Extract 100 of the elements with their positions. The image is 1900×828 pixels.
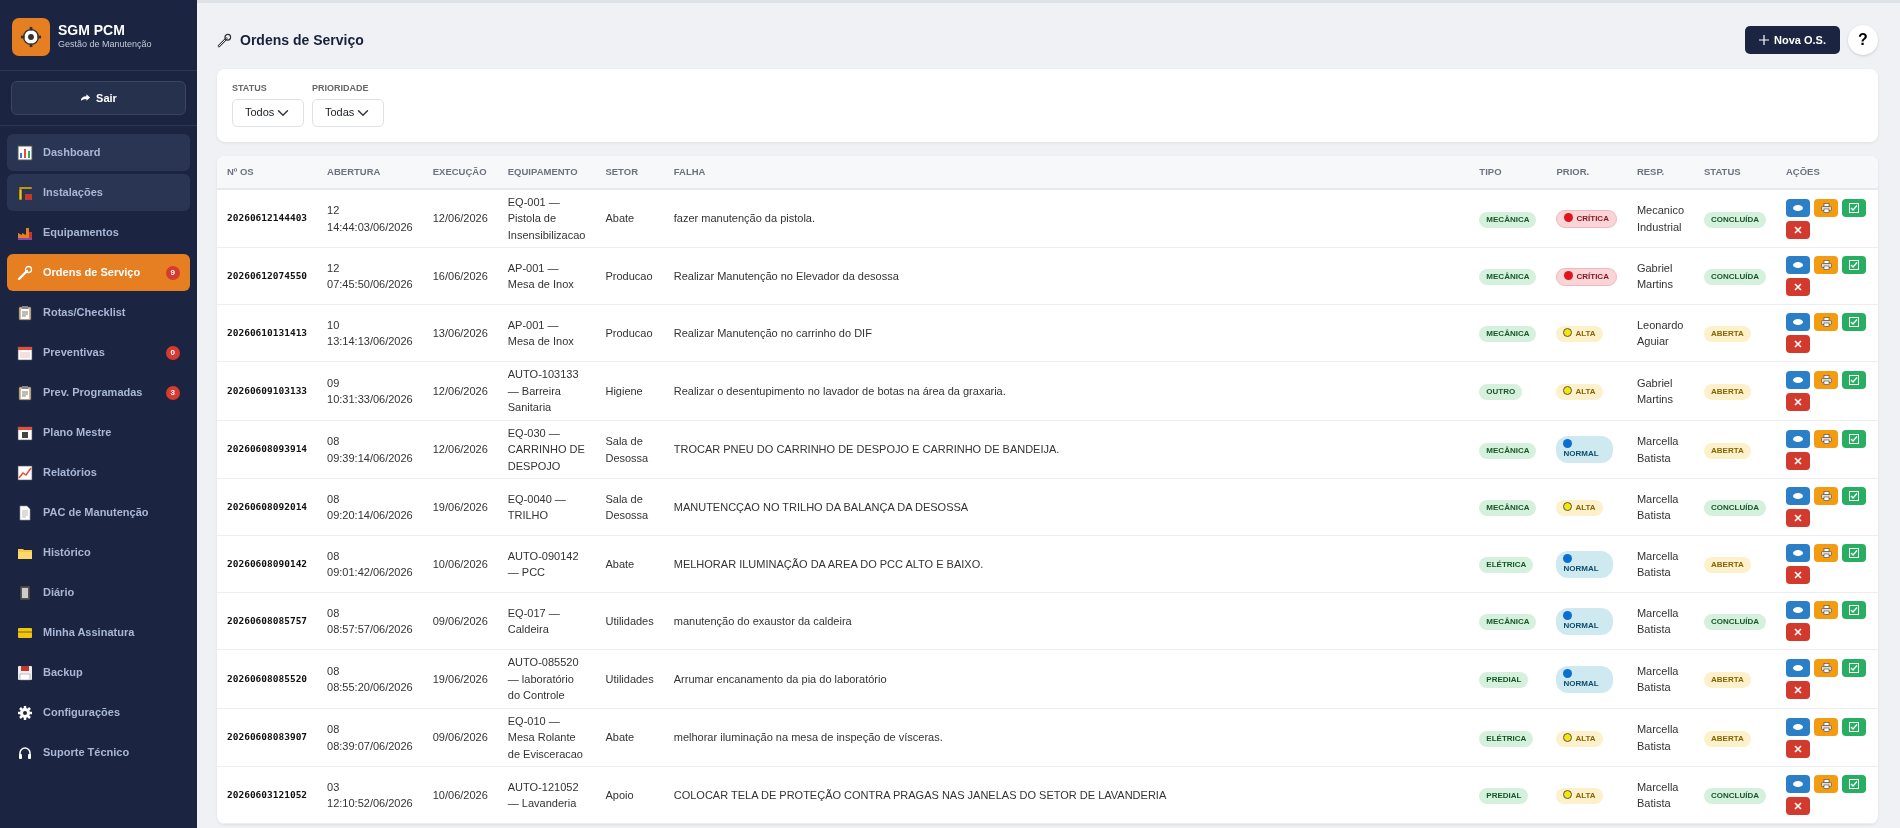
filter-select[interactable]: Todas <box>312 98 384 127</box>
complete-button[interactable] <box>1842 775 1866 794</box>
priority-badge: CRÍTICA <box>1556 267 1617 286</box>
view-button[interactable] <box>1786 601 1810 620</box>
order-number: 20260612074550 <box>227 269 308 284</box>
menu-label: Backup <box>43 665 84 681</box>
logout-button[interactable]: Sair <box>11 81 186 115</box>
print-button[interactable] <box>1814 717 1838 736</box>
delete-button[interactable] <box>1786 335 1810 354</box>
complete-button[interactable] <box>1842 487 1866 506</box>
menu-item[interactable]: Ordens de Serviço 9 <box>7 254 190 291</box>
checkbox-icon <box>1849 260 1859 271</box>
delete-button[interactable] <box>1786 681 1810 699</box>
delete-button[interactable] <box>1786 739 1810 758</box>
menu-item[interactable]: Minha Assinatura <box>7 614 190 651</box>
filter-select[interactable]: Todos <box>232 98 304 127</box>
eye-icon <box>1793 262 1803 269</box>
menu-item[interactable]: Equipamentos <box>7 214 190 251</box>
close-icon <box>1794 744 1802 753</box>
order-number: 20260608090142 <box>227 557 308 572</box>
order-number: 20260608085520 <box>227 671 308 686</box>
menu-item[interactable]: Backup <box>7 654 190 691</box>
view-button[interactable] <box>1786 487 1810 506</box>
type-badge: MECÂNICA <box>1479 269 1537 286</box>
print-button[interactable] <box>1814 601 1838 620</box>
view-button[interactable] <box>1786 198 1810 217</box>
open-date-text: 07:45:50/06/2026 <box>327 277 413 293</box>
eye-icon <box>1793 665 1803 671</box>
complete-button[interactable] <box>1842 198 1866 217</box>
complete-button[interactable] <box>1842 717 1866 736</box>
menu-item[interactable]: Suporte Técnico <box>7 734 190 771</box>
delete-button[interactable] <box>1786 566 1810 585</box>
complete-button[interactable] <box>1842 313 1866 332</box>
complete-button[interactable] <box>1842 544 1866 563</box>
printer-icon <box>1820 663 1832 673</box>
chart-icon <box>17 144 33 161</box>
delete-button[interactable] <box>1786 451 1810 470</box>
delete-button[interactable] <box>1786 393 1810 411</box>
print-button[interactable] <box>1814 198 1838 217</box>
plus-icon <box>1759 35 1770 45</box>
print-button[interactable] <box>1814 544 1838 563</box>
eye-icon <box>1793 607 1803 614</box>
eye-icon <box>1793 781 1803 788</box>
new-order-button[interactable]: Nova O.S. <box>1745 25 1840 55</box>
menu-item[interactable]: Instalações <box>7 174 190 211</box>
delete-button[interactable] <box>1786 797 1810 816</box>
complete-button[interactable] <box>1842 659 1866 677</box>
menu-label: Ordens de Serviço <box>43 265 142 281</box>
close-icon <box>1794 398 1802 406</box>
printer-icon <box>1820 433 1832 444</box>
line-chart-icon <box>17 464 33 481</box>
view-button[interactable] <box>1786 659 1810 677</box>
calendar-icon <box>17 424 33 441</box>
printer-icon <box>1820 375 1832 385</box>
open-date-text: 09:20:14/06/2026 <box>327 508 413 524</box>
priority-badge: CRÍTICA <box>1556 210 1617 228</box>
order-number: 20260603121052 <box>227 788 308 803</box>
view-button[interactable] <box>1786 313 1810 332</box>
view-button[interactable] <box>1786 775 1810 794</box>
delete-button[interactable] <box>1786 278 1810 297</box>
menu-item[interactable]: Configurações <box>7 694 190 731</box>
open-date-text: 08 <box>327 491 341 507</box>
column-header: EXECUÇÃO <box>422 155 498 189</box>
delete-button[interactable] <box>1786 623 1810 642</box>
print-button[interactable] <box>1814 429 1838 448</box>
menu-label: Plano Mestre <box>43 425 113 441</box>
menu-item[interactable]: Histórico <box>7 534 190 571</box>
printer-icon <box>1820 491 1832 502</box>
print-button[interactable] <box>1814 256 1838 275</box>
priority-badge: NORMAL <box>1556 607 1613 635</box>
wrench-icon <box>217 32 232 48</box>
execution-date: 09/06/2026 <box>432 730 488 746</box>
menu-item[interactable]: Plano Mestre <box>7 414 190 451</box>
help-button[interactable]: ? <box>1848 25 1878 55</box>
menu-item[interactable]: Preventivas 0 <box>7 334 190 371</box>
print-button[interactable] <box>1814 313 1838 332</box>
view-button[interactable] <box>1786 544 1810 563</box>
open-date-text: 08 <box>327 434 341 449</box>
complete-button[interactable] <box>1842 429 1866 448</box>
delete-button[interactable] <box>1786 509 1810 528</box>
responsible-name: Gabriel Martins <box>1636 375 1674 407</box>
print-button[interactable] <box>1814 487 1838 506</box>
view-button[interactable] <box>1786 429 1810 448</box>
print-button[interactable] <box>1814 659 1838 677</box>
complete-button[interactable] <box>1842 256 1866 275</box>
menu-item[interactable]: Rotas/Checklist <box>7 294 190 331</box>
menu-item[interactable]: Prev. Programadas 3 <box>7 374 190 411</box>
view-button[interactable] <box>1786 371 1810 389</box>
print-button[interactable] <box>1814 371 1838 389</box>
complete-button[interactable] <box>1842 601 1866 620</box>
complete-button[interactable] <box>1842 371 1866 389</box>
menu-item[interactable]: Dashboard <box>7 134 190 171</box>
menu-item[interactable]: PAC de Manutenção <box>7 494 190 531</box>
view-button[interactable] <box>1786 717 1810 736</box>
menu-item[interactable]: Diário <box>7 574 190 611</box>
menu-item[interactable]: Relatórios <box>7 454 190 491</box>
print-button[interactable] <box>1814 775 1838 794</box>
delete-button[interactable] <box>1786 220 1810 239</box>
equipment-name: AUTO-085520 — laboratório do Controle <box>507 655 580 704</box>
view-button[interactable] <box>1786 256 1810 275</box>
